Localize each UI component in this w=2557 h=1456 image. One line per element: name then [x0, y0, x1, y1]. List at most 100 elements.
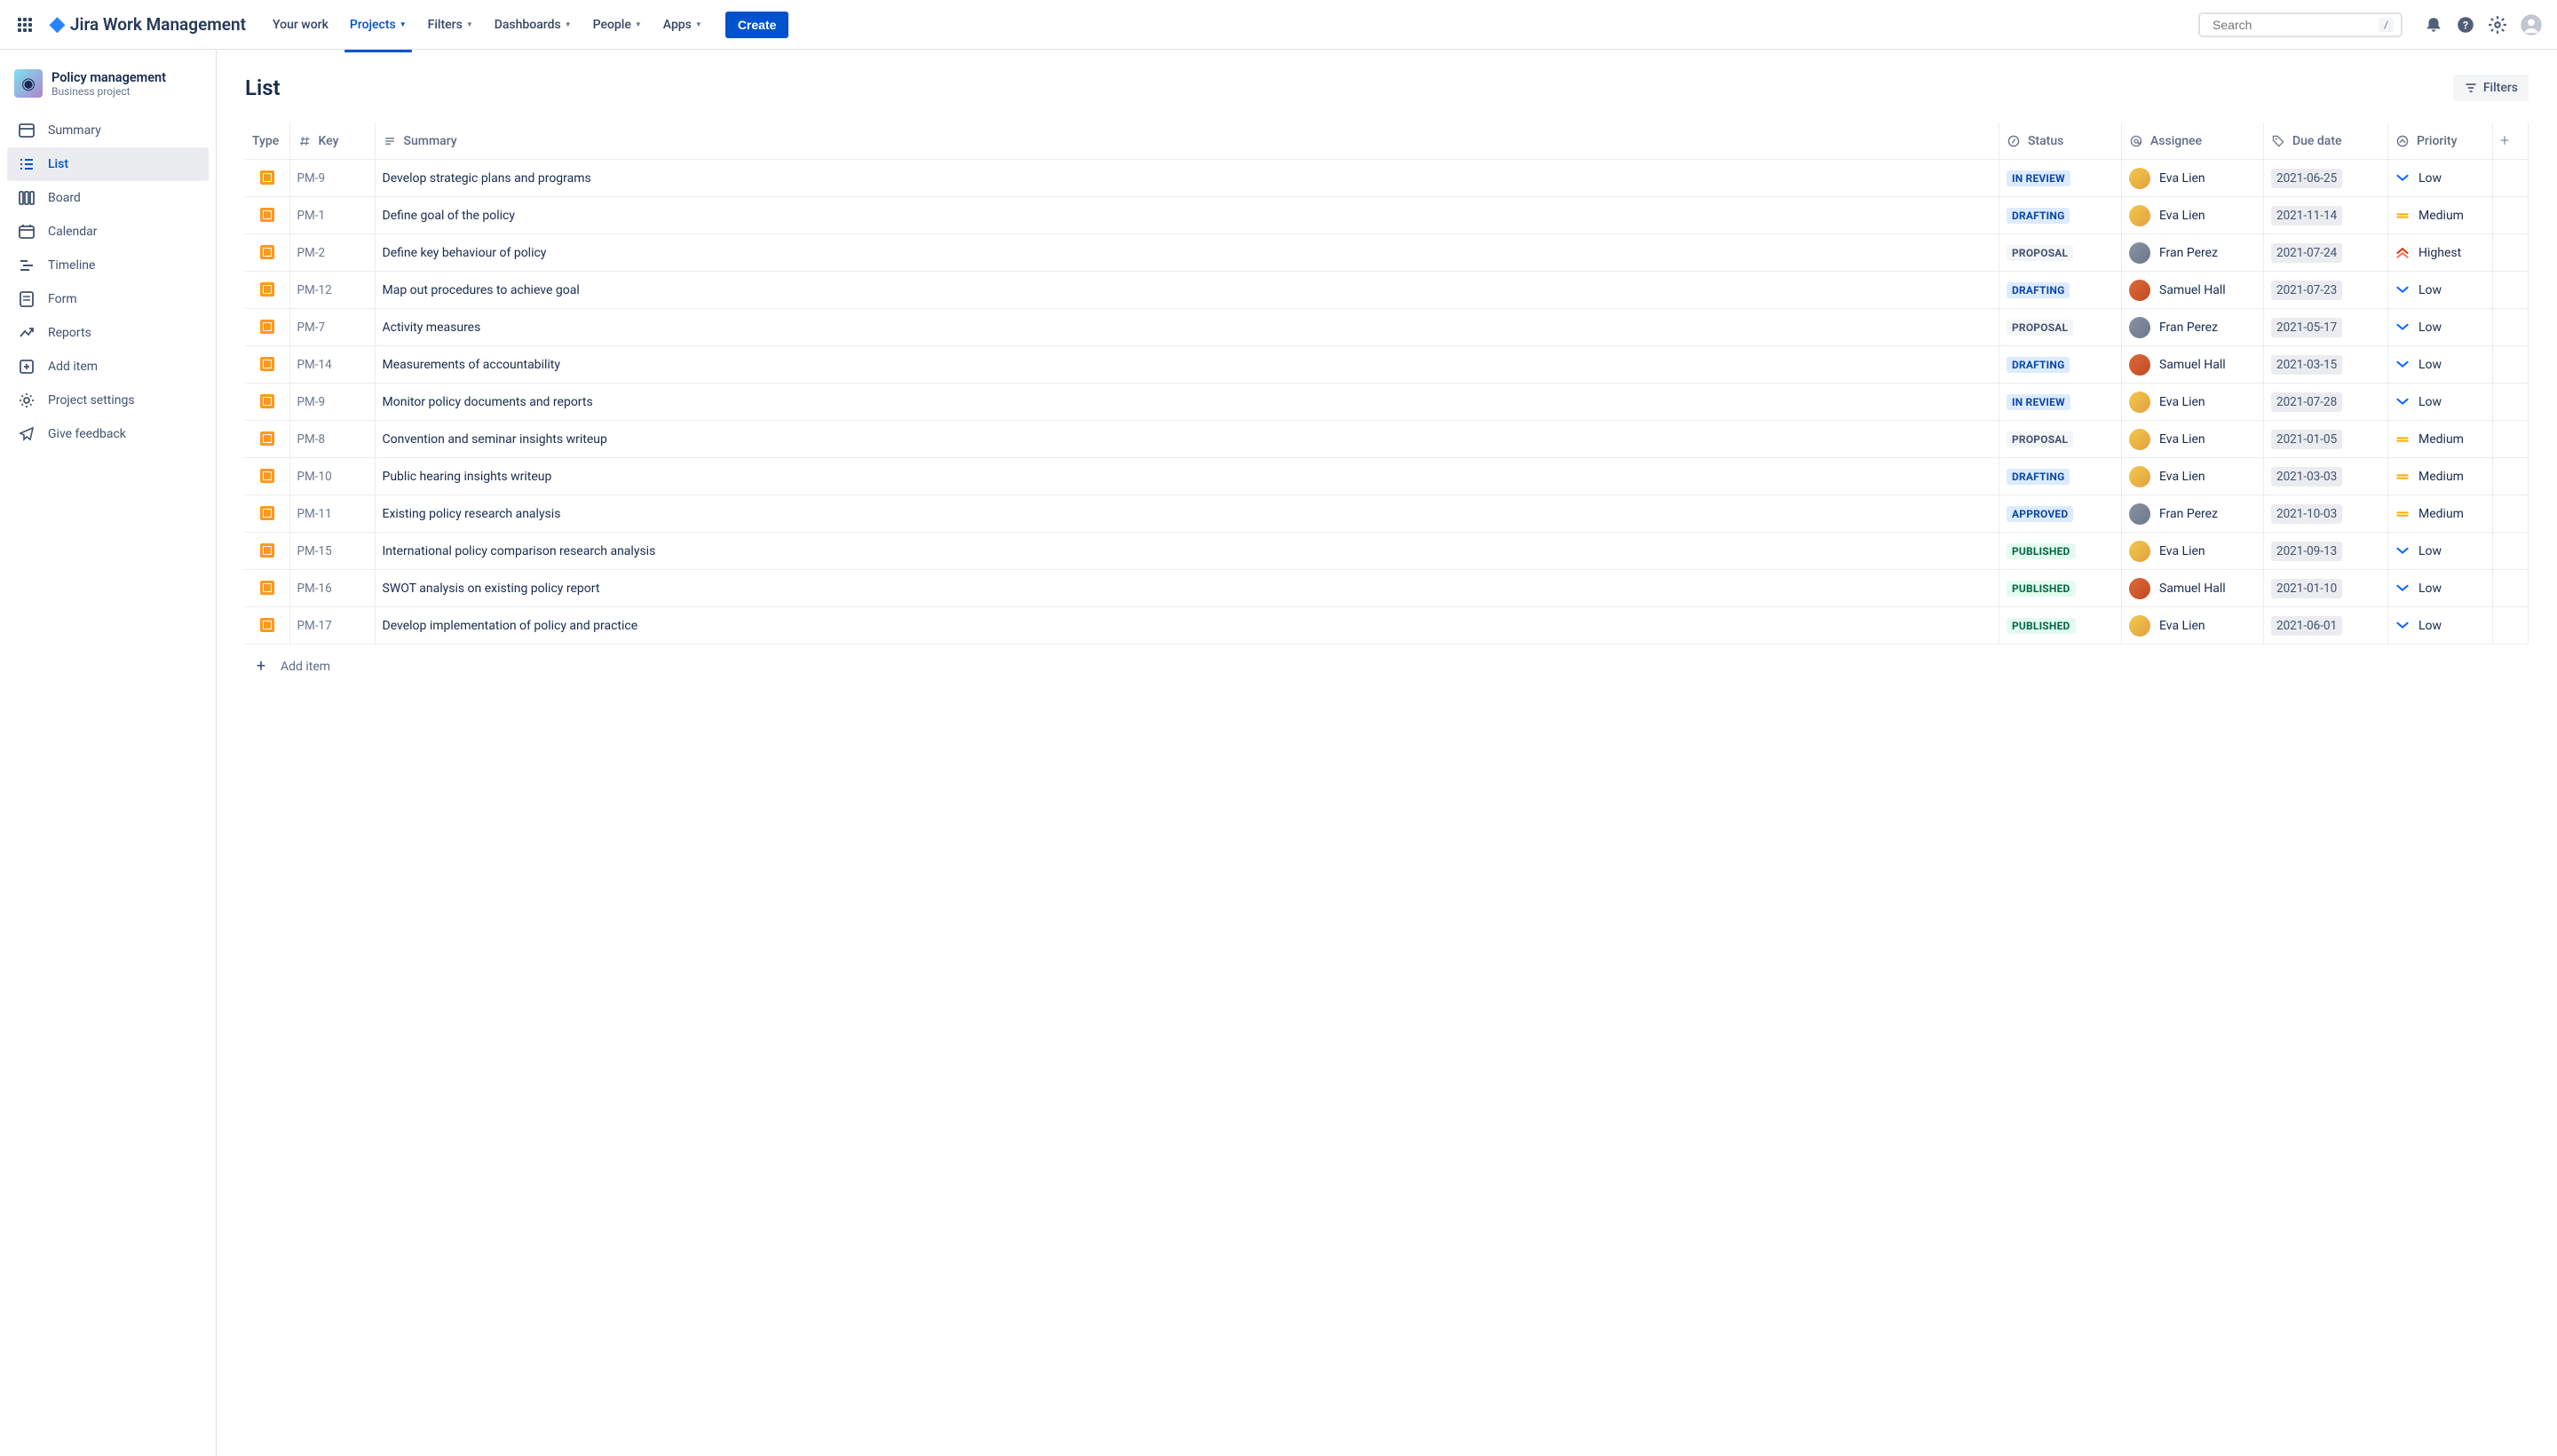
assignee-cell[interactable]: Eva Lien: [2129, 168, 2256, 189]
priority-cell[interactable]: Low: [2395, 283, 2485, 297]
priority-cell[interactable]: Low: [2395, 171, 2485, 186]
due-date[interactable]: 2021-01-10: [2271, 579, 2342, 598]
priority-cell[interactable]: Medium: [2395, 470, 2485, 484]
table-row[interactable]: PM-9 Develop strategic plans and programs…: [245, 160, 2529, 197]
due-date[interactable]: 2021-10-03: [2271, 504, 2342, 524]
issue-summary[interactable]: Develop strategic plans and programs: [383, 171, 591, 186]
due-date[interactable]: 2021-03-03: [2271, 467, 2342, 487]
issue-key[interactable]: PM-8: [297, 432, 326, 447]
priority-cell[interactable]: Low: [2395, 395, 2485, 409]
profile-icon[interactable]: [2520, 13, 2543, 36]
column-header-status[interactable]: Status: [1999, 123, 2122, 160]
priority-cell[interactable]: Highest: [2395, 246, 2485, 260]
table-row[interactable]: PM-9 Monitor policy documents and reports…: [245, 384, 2529, 421]
due-date[interactable]: 2021-01-05: [2271, 430, 2342, 449]
column-header-summary[interactable]: Summary: [375, 123, 1999, 160]
due-date[interactable]: 2021-07-23: [2271, 281, 2342, 300]
assignee-cell[interactable]: Eva Lien: [2129, 429, 2256, 450]
table-row[interactable]: PM-11Existing policy research analysisAP…: [245, 495, 2529, 533]
assignee-cell[interactable]: Fran Perez: [2129, 503, 2256, 525]
issue-key[interactable]: PM-17: [297, 619, 332, 633]
table-row[interactable]: PM-8 Convention and seminar insights writ…: [245, 421, 2529, 458]
issue-key[interactable]: PM-7: [297, 320, 326, 335]
create-button[interactable]: Create: [725, 12, 789, 38]
add-item-button[interactable]: + Add item: [245, 645, 2529, 688]
sidebar-item-reports[interactable]: Reports: [7, 316, 209, 350]
issue-summary[interactable]: Convention and seminar insights writeup: [383, 432, 607, 447]
assignee-cell[interactable]: Samuel Hall: [2129, 280, 2256, 301]
due-date[interactable]: 2021-07-28: [2271, 392, 2342, 412]
table-row[interactable]: PM-7Activity measuresPROPOSALFran Perez2…: [245, 309, 2529, 346]
issue-summary[interactable]: Activity measures: [383, 320, 481, 335]
issue-summary[interactable]: Define key behaviour of policy: [383, 246, 547, 260]
issue-summary[interactable]: Existing policy research analysis: [383, 507, 561, 521]
issue-key[interactable]: PM-12: [297, 283, 332, 297]
issue-key[interactable]: PM-14: [297, 358, 332, 372]
nav-item-filters[interactable]: Filters▼: [419, 12, 482, 37]
status-badge[interactable]: IN REVIEW: [2007, 170, 2070, 186]
nav-item-dashboards[interactable]: Dashboards▼: [486, 12, 581, 37]
nav-item-people[interactable]: People▼: [584, 12, 651, 37]
issue-summary[interactable]: Develop implementation of policy and pra…: [383, 619, 638, 633]
add-column-button[interactable]: +: [2493, 123, 2529, 160]
status-badge[interactable]: PUBLISHED: [2007, 581, 2076, 597]
assignee-cell[interactable]: Eva Lien: [2129, 392, 2256, 413]
assignee-cell[interactable]: Eva Lien: [2129, 615, 2256, 637]
status-badge[interactable]: DRAFTING: [2007, 282, 2070, 298]
priority-cell[interactable]: Low: [2395, 544, 2485, 558]
table-row[interactable]: PM-2 Define key behaviour of policy PROPOS…: [245, 234, 2529, 272]
sidebar-item-timeline[interactable]: Timeline: [7, 249, 209, 282]
sidebar-item-summary[interactable]: Summary: [7, 114, 209, 147]
table-row[interactable]: PM-12Map out procedures to achieve goalD…: [245, 272, 2529, 309]
table-row[interactable]: PM-10Public hearing insights writeupDRAF…: [245, 458, 2529, 495]
table-row[interactable]: PM-16SWOT analysis on existing policy re…: [245, 570, 2529, 607]
search-input[interactable]: [2213, 18, 2373, 32]
assignee-cell[interactable]: Fran Perez: [2129, 317, 2256, 338]
table-row[interactable]: PM-15 International policy comparison res…: [245, 533, 2529, 570]
column-header-type[interactable]: Type: [245, 123, 289, 160]
issue-summary[interactable]: Measurements of accountability: [383, 358, 560, 372]
nav-item-apps[interactable]: Apps▼: [654, 12, 711, 37]
issue-key[interactable]: PM-9: [297, 171, 326, 186]
sidebar-item-board[interactable]: Board: [7, 181, 209, 215]
assignee-cell[interactable]: Fran Perez: [2129, 242, 2256, 264]
table-row[interactable]: PM-1 Define goal of the policy DRAFTING Eva…: [245, 197, 2529, 234]
issue-key[interactable]: PM-15: [297, 544, 332, 558]
status-badge[interactable]: PROPOSAL: [2007, 431, 2073, 447]
due-date[interactable]: 2021-07-24: [2271, 243, 2342, 263]
due-date[interactable]: 2021-11-14: [2271, 206, 2342, 226]
assignee-cell[interactable]: Eva Lien: [2129, 466, 2256, 487]
issue-key[interactable]: PM-1: [297, 209, 326, 223]
due-date[interactable]: 2021-06-25: [2271, 169, 2342, 188]
priority-cell[interactable]: Medium: [2395, 209, 2485, 223]
status-badge[interactable]: PUBLISHED: [2007, 618, 2076, 634]
filters-button[interactable]: Filters: [2453, 75, 2529, 101]
due-date[interactable]: 2021-09-13: [2271, 542, 2342, 561]
status-badge[interactable]: DRAFTING: [2007, 469, 2070, 485]
status-badge[interactable]: PROPOSAL: [2007, 245, 2073, 261]
notifications-icon[interactable]: [2424, 15, 2443, 35]
sidebar-item-project-settings[interactable]: Project settings: [7, 384, 209, 417]
table-row[interactable]: PM-17 Develop implementation of policy an…: [245, 607, 2529, 645]
issue-key[interactable]: PM-11: [297, 507, 332, 521]
column-header-key[interactable]: Key: [289, 123, 375, 160]
product-logo[interactable]: ◆ Jira Work Management: [50, 13, 246, 36]
issue-key[interactable]: PM-9: [297, 395, 326, 409]
nav-item-your-work[interactable]: Your work: [264, 12, 337, 37]
assignee-cell[interactable]: Samuel Hall: [2129, 354, 2256, 376]
priority-cell[interactable]: Low: [2395, 582, 2485, 596]
issue-key[interactable]: PM-10: [297, 470, 332, 484]
assignee-cell[interactable]: Eva Lien: [2129, 205, 2256, 226]
issue-key[interactable]: PM-2: [297, 246, 326, 260]
sidebar-item-give-feedback[interactable]: Give feedback: [7, 417, 209, 451]
sidebar-item-calendar[interactable]: Calendar: [7, 215, 209, 249]
settings-icon[interactable]: [2488, 15, 2507, 35]
due-date[interactable]: 2021-05-17: [2271, 318, 2342, 337]
status-badge[interactable]: DRAFTING: [2007, 208, 2070, 224]
issue-summary[interactable]: Monitor policy documents and reports: [383, 395, 593, 409]
search-box[interactable]: /: [2198, 12, 2403, 37]
issue-summary[interactable]: International policy comparison research…: [383, 544, 656, 558]
status-badge[interactable]: PUBLISHED: [2007, 543, 2076, 559]
issue-summary[interactable]: Define goal of the policy: [383, 209, 515, 223]
status-badge[interactable]: DRAFTING: [2007, 357, 2070, 373]
